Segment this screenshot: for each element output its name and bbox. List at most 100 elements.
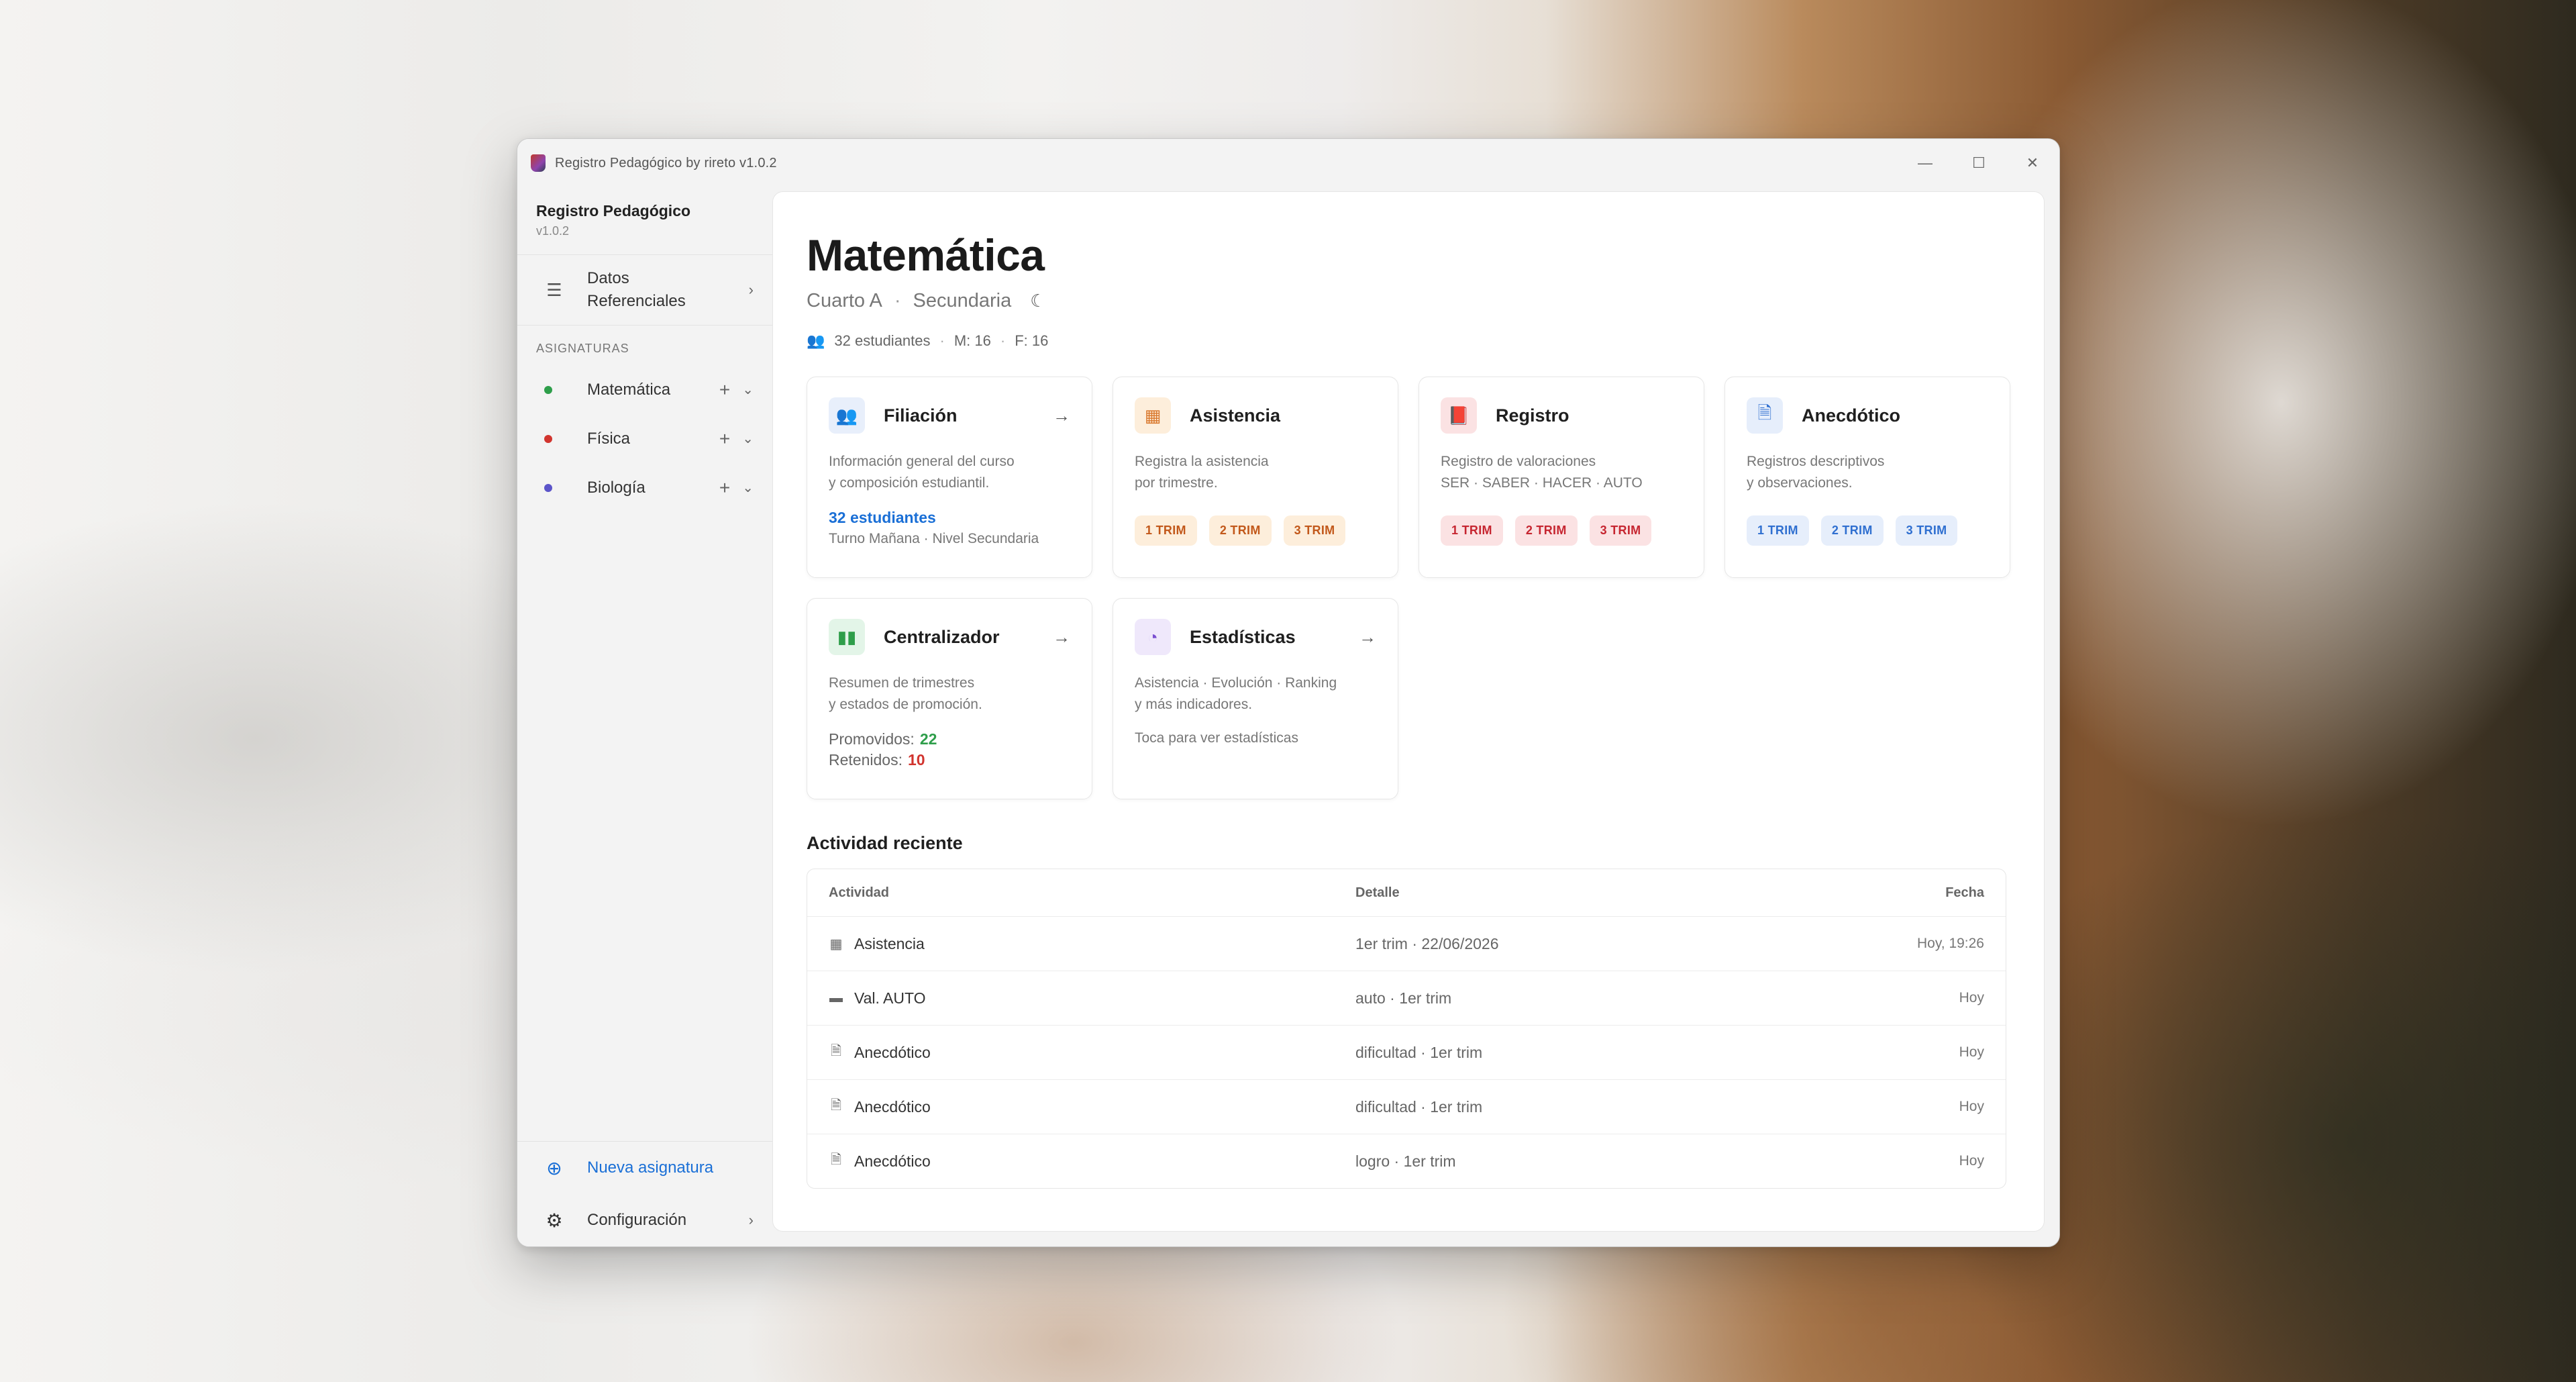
bar-chart-icon: ▮▮ bbox=[829, 619, 865, 655]
chevron-down-icon[interactable]: ⌄ bbox=[742, 479, 754, 496]
card-title: Filiación bbox=[884, 405, 958, 426]
page-title: Matemática bbox=[807, 230, 1045, 280]
activity-section-title: Actividad reciente bbox=[807, 833, 963, 853]
pie-chart-icon: ◔ bbox=[1135, 619, 1171, 655]
row-activity: Anecdótico bbox=[854, 1152, 931, 1170]
table-row[interactable]: 🗎 Anecdótico logro · 1er trim Hoy bbox=[807, 1134, 2006, 1188]
card-title: Centralizador bbox=[884, 626, 1000, 647]
header-detail: Detalle bbox=[1355, 885, 1400, 900]
sidebar-version: v1.0.2 bbox=[536, 224, 570, 238]
trim-chip-1[interactable]: 1 TRIM bbox=[1441, 515, 1503, 546]
row-activity: Anecdótico bbox=[854, 1043, 931, 1061]
separator-dot: · bbox=[1000, 332, 1006, 349]
document-icon: 🗎 bbox=[1747, 397, 1783, 434]
card-centralizador[interactable]: ▮▮ Centralizador → Resumen de trimestres… bbox=[807, 598, 1092, 799]
row-detail: 1er trim · 22/06/2026 bbox=[1355, 934, 1499, 952]
table-row[interactable]: ▬ Val. AUTO auto · 1er trim Hoy bbox=[807, 971, 2006, 1025]
chevron-right-icon: › bbox=[748, 1212, 754, 1228]
window-controls: — ☐ ✕ bbox=[1898, 139, 2059, 187]
sidebar-subject-biologia[interactable]: Biología + ⌄ bbox=[517, 463, 772, 512]
arrow-right-icon: → bbox=[1053, 626, 1070, 647]
app-window: Registro Pedagógico by rireto v1.0.2 — ☐… bbox=[517, 138, 2060, 1247]
chevron-down-icon[interactable]: ⌄ bbox=[742, 430, 754, 447]
subject-color-dot bbox=[544, 483, 552, 492]
row-detail: dificultad · 1er trim bbox=[1355, 1043, 1483, 1061]
sidebar-subject-matematica[interactable]: Matemática + ⌄ bbox=[517, 365, 772, 414]
sidebar-section-label: ASIGNATURAS bbox=[517, 325, 772, 365]
document-icon: 🗎 bbox=[830, 1098, 842, 1113]
table-row[interactable]: 🗎 Anecdótico dificultad · 1er trim Hoy bbox=[807, 1079, 2006, 1134]
maximize-button[interactable]: ☐ bbox=[1952, 139, 2006, 187]
trim-chip-1[interactable]: 1 TRIM bbox=[1135, 515, 1197, 546]
arrow-right-icon: → bbox=[1053, 405, 1070, 426]
calendar-icon: ▦ bbox=[1135, 397, 1171, 434]
table-row[interactable]: 🗎 Anecdótico dificultad · 1er trim Hoy bbox=[807, 1025, 2006, 1079]
row-activity: Asistencia bbox=[854, 934, 925, 952]
trim-chip-2[interactable]: 2 TRIM bbox=[1514, 515, 1578, 546]
course-subtitle: Cuarto A · Secundaria ☾ bbox=[807, 290, 2010, 312]
document-icon: 🗎 bbox=[830, 1152, 842, 1167]
course-name: Cuarto A bbox=[807, 290, 882, 311]
separator-dot: · bbox=[894, 290, 901, 311]
minimize-button[interactable]: — bbox=[1898, 139, 1952, 187]
row-detail: auto · 1er trim bbox=[1355, 989, 1452, 1007]
close-button[interactable]: ✕ bbox=[2006, 139, 2059, 187]
sidebar-item-datos-referenciales[interactable]: ☰ Datos Referenciales › bbox=[517, 255, 772, 325]
card-registro[interactable]: 📕 Registro Registro de valoraciones SER … bbox=[1419, 377, 1704, 578]
book-icon: 📕 bbox=[1441, 397, 1477, 434]
card-title: Registro bbox=[1496, 405, 1569, 426]
card-anecdotico[interactable]: 🗎 Anecdótico Registros descriptivos y ob… bbox=[1724, 377, 2010, 578]
row-date: Hoy bbox=[1959, 990, 1984, 1005]
gear-icon: ⚙ bbox=[546, 1210, 563, 1231]
card-title: Anecdótico bbox=[1802, 405, 1901, 426]
row-date: Hoy, 19:26 bbox=[1916, 936, 1984, 951]
new-subject-label: Nueva asignatura bbox=[587, 1158, 714, 1177]
sidebar-subject-fisica[interactable]: Física + ⌄ bbox=[517, 414, 772, 463]
promoted-line: Promovidos: 22 bbox=[829, 730, 1070, 748]
add-icon[interactable]: + bbox=[719, 379, 730, 401]
sidebar: Registro Pedagógico v1.0.2 ☰ Datos Refer… bbox=[517, 187, 772, 1246]
sidebar-item-label: Datos Referenciales bbox=[587, 269, 686, 310]
card-filiacion[interactable]: 👥 Filiación → Información general del cu… bbox=[807, 377, 1092, 578]
card-estadisticas[interactable]: ◔ Estadísticas → Asistencia · Evolución … bbox=[1113, 598, 1398, 799]
activity-table: Actividad Detalle Fecha ▦ Asistencia 1er … bbox=[807, 869, 2006, 1189]
card-description: Registra la asistencia por trimestre. bbox=[1135, 454, 1269, 491]
card-title: Asistencia bbox=[1190, 405, 1281, 426]
trim-chip-2[interactable]: 2 TRIM bbox=[1208, 515, 1272, 546]
separator-dot: · bbox=[939, 332, 945, 349]
card-asistencia[interactable]: ▦ Asistencia Registra la asistencia por … bbox=[1113, 377, 1398, 578]
subject-label: Biología bbox=[587, 478, 646, 497]
sidebar-footer: ⊕ Nueva asignatura ⚙ Configuración › bbox=[517, 1141, 772, 1246]
moon-icon[interactable]: ☾ bbox=[1030, 291, 1045, 311]
table-header: Actividad Detalle Fecha bbox=[807, 869, 2006, 916]
row-activity: Anecdótico bbox=[854, 1097, 931, 1116]
settings-button[interactable]: ⚙ Configuración › bbox=[517, 1194, 772, 1246]
table-row[interactable]: ▦ Asistencia 1er trim · 22/06/2026 Hoy, 1… bbox=[807, 916, 2006, 971]
trim-chip-3[interactable]: 3 TRIM bbox=[1589, 515, 1652, 546]
trim-chip-3[interactable]: 3 TRIM bbox=[1895, 515, 1958, 546]
promoted-label: Promovidos: bbox=[829, 730, 915, 748]
new-subject-button[interactable]: ⊕ Nueva asignatura bbox=[517, 1142, 772, 1194]
add-icon[interactable]: + bbox=[719, 477, 730, 499]
row-date: Hoy bbox=[1959, 1153, 1984, 1169]
trim-chip-1[interactable]: 1 TRIM bbox=[1747, 515, 1809, 546]
subject-color-dot bbox=[544, 385, 552, 394]
calendar-icon: ▦ bbox=[829, 936, 843, 952]
chevron-down-icon[interactable]: ⌄ bbox=[742, 381, 754, 398]
row-detail: logro · 1er trim bbox=[1355, 1152, 1456, 1170]
subject-label: Física bbox=[587, 429, 631, 448]
title-bar[interactable]: Registro Pedagógico by rireto v1.0.2 — ☐… bbox=[517, 139, 2059, 187]
subject-label: Matemática bbox=[587, 380, 671, 399]
header-date: Fecha bbox=[1945, 885, 1984, 900]
card-title: Estadísticas bbox=[1190, 626, 1296, 647]
card-description: Registros descriptivos y observaciones. bbox=[1747, 454, 1885, 491]
trim-chip-2[interactable]: 2 TRIM bbox=[1820, 515, 1884, 546]
card-description: Registro de valoraciones SER · SABER · H… bbox=[1441, 454, 1643, 491]
trim-chip-3[interactable]: 3 TRIM bbox=[1283, 515, 1346, 546]
add-icon[interactable]: + bbox=[719, 428, 730, 450]
settings-label: Configuración bbox=[587, 1211, 687, 1229]
list-icon: ☰ bbox=[546, 279, 562, 300]
student-count: 32 estudiantes bbox=[834, 332, 931, 349]
chevron-right-icon: › bbox=[748, 281, 754, 298]
window-title: Registro Pedagógico by rireto v1.0.2 bbox=[555, 155, 777, 170]
